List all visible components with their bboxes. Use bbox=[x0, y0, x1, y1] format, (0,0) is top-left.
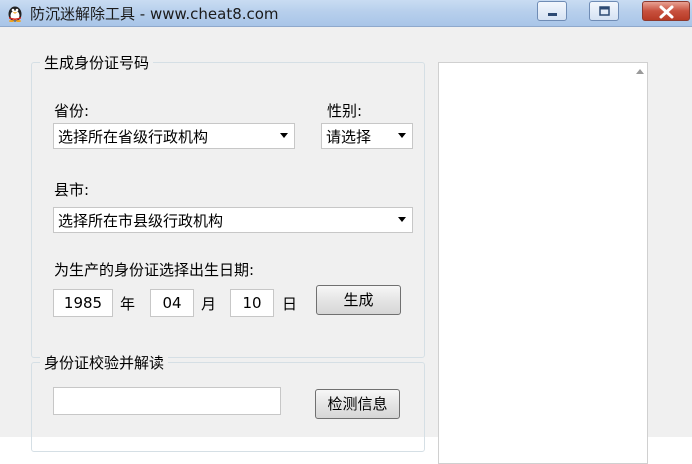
month-unit-label: 月 bbox=[201, 295, 217, 313]
province-select-value: 选择所在省级行政机构 bbox=[58, 128, 209, 146]
penguin-icon bbox=[6, 4, 24, 22]
day-unit-label: 日 bbox=[282, 295, 298, 313]
id-number-input[interactable] bbox=[53, 387, 281, 415]
province-select[interactable]: 选择所在省级行政机构 bbox=[53, 123, 295, 149]
window-title: 防沉迷解除工具 - www.cheat8.com bbox=[30, 5, 279, 23]
verify-id-legend: 身份证校验并解读 bbox=[40, 352, 169, 373]
scroll-up-icon[interactable] bbox=[636, 69, 644, 74]
gender-select[interactable]: 请选择 bbox=[321, 123, 413, 149]
county-select[interactable]: 选择所在市县级行政机构 bbox=[53, 207, 413, 233]
maximize-icon bbox=[599, 6, 610, 16]
birth-month-input[interactable] bbox=[150, 289, 194, 317]
minimize-icon bbox=[548, 13, 557, 16]
birth-day-input[interactable] bbox=[230, 289, 274, 317]
window-client-area: 生成身份证号码 省份: 选择所在省级行政机构 性别: 请选择 县市: 选择所在市… bbox=[0, 27, 692, 464]
result-textbox[interactable] bbox=[438, 62, 648, 464]
gender-label: 性别: bbox=[327, 102, 363, 120]
county-select-value: 选择所在市县级行政机构 bbox=[58, 212, 224, 230]
close-button[interactable] bbox=[642, 1, 690, 21]
close-icon bbox=[659, 5, 674, 19]
maximize-button[interactable] bbox=[589, 1, 619, 21]
province-label: 省份: bbox=[54, 102, 90, 120]
generate-button[interactable]: 生成 bbox=[316, 285, 401, 315]
county-label: 县市: bbox=[54, 181, 90, 199]
generate-id-legend: 生成身份证号码 bbox=[40, 52, 154, 73]
year-unit-label: 年 bbox=[120, 295, 136, 313]
birthday-label: 为生产的身份证选择出生日期: bbox=[54, 261, 255, 279]
chevron-down-icon bbox=[398, 217, 406, 222]
gender-select-value: 请选择 bbox=[326, 128, 372, 146]
check-info-button[interactable]: 检测信息 bbox=[315, 389, 400, 419]
minimize-button[interactable] bbox=[537, 1, 567, 21]
title-bar[interactable]: 防沉迷解除工具 - www.cheat8.com bbox=[0, 0, 692, 27]
chevron-down-icon bbox=[280, 133, 288, 138]
birth-year-input[interactable] bbox=[53, 289, 113, 317]
chevron-down-icon bbox=[398, 133, 406, 138]
